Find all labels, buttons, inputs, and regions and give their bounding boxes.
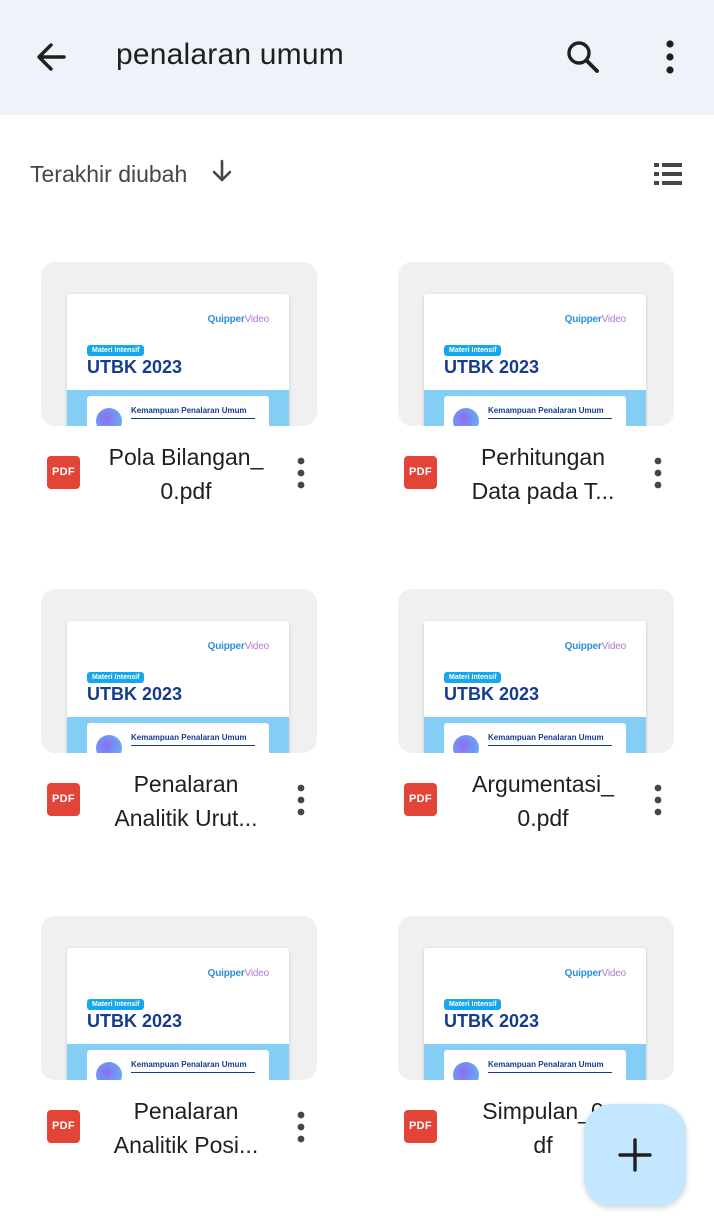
- top-app-bar: penalaran umum: [0, 0, 714, 115]
- cover-band: Kemampuan Penalaran Umum: [424, 390, 646, 426]
- more-vert-icon[interactable]: [289, 454, 313, 492]
- cover-headline: UTBK 2023: [87, 357, 183, 377]
- cover-headline: UTBK 2023: [444, 1011, 540, 1031]
- more-vert-icon[interactable]: [289, 1108, 313, 1146]
- cover-headline: UTBK 2023: [87, 1011, 183, 1031]
- brain-icon: [96, 408, 122, 426]
- more-vert-icon: [666, 40, 674, 74]
- sort-bar: Terakhir diubah: [0, 145, 714, 205]
- file-thumbnail[interactable]: QuipperVideo Materi Intensif UTBK 2023 Kema…: [41, 916, 317, 1080]
- cover-band: Kemampuan Penalaran Umum: [67, 1044, 289, 1080]
- file-name[interactable]: Perhitungan Data pada T...: [448, 440, 638, 508]
- pdf-icon: PDF: [47, 783, 80, 816]
- pdf-cover-page: QuipperVideo Materi Intensif UTBK 2023 Kema…: [67, 294, 289, 426]
- file-name[interactable]: Argumentasi_ 0.pdf: [448, 767, 638, 835]
- more-vert-icon[interactable]: [646, 454, 670, 492]
- pdf-cover-page: QuipperVideo Materi Intensif UTBK 2023 Kema…: [424, 621, 646, 753]
- cover-band: Kemampuan Penalaran Umum: [67, 717, 289, 753]
- file-card[interactable]: QuipperVideo Materi Intensif UTBK 2023 Kema…: [398, 589, 698, 889]
- cover-band: Kemampuan Penalaran Umum: [424, 717, 646, 753]
- file-name[interactable]: Penalaran Analitik Posi...: [91, 1094, 281, 1162]
- brand-logo: QuipperVideo: [207, 641, 270, 652]
- arrow-back-icon: [37, 43, 66, 71]
- back-button[interactable]: [26, 34, 76, 80]
- sort-label[interactable]: Terakhir diubah: [30, 161, 187, 188]
- cover-headline: UTBK 2023: [87, 684, 183, 704]
- more-options-button[interactable]: [652, 34, 688, 80]
- cover-band: Kemampuan Penalaran Umum: [424, 1044, 646, 1080]
- pdf-cover-page: QuipperVideo Materi Intensif UTBK 2023 Kema…: [67, 948, 289, 1080]
- brain-icon: [96, 735, 122, 753]
- cover-band: Kemampuan Penalaran Umum: [67, 390, 289, 426]
- cover-tag: Materi Intensif: [444, 999, 502, 1010]
- pdf-icon: PDF: [404, 456, 437, 489]
- file-thumbnail[interactable]: QuipperVideo Materi Intensif UTBK 2023 Kema…: [398, 262, 674, 426]
- file-thumbnail[interactable]: QuipperVideo Materi Intensif UTBK 2023 Kema…: [41, 589, 317, 753]
- pdf-cover-page: QuipperVideo Materi Intensif UTBK 2023 Kema…: [67, 621, 289, 753]
- file-card[interactable]: QuipperVideo Materi Intensif UTBK 2023 Kema…: [41, 916, 341, 1216]
- more-vert-icon[interactable]: [646, 781, 670, 819]
- cover-tag: Materi Intensif: [87, 345, 145, 356]
- new-button[interactable]: [584, 1104, 686, 1206]
- brand-logo: QuipperVideo: [564, 641, 627, 652]
- file-name[interactable]: Pola Bilangan_ 0.pdf: [91, 440, 281, 508]
- pdf-icon: PDF: [47, 1110, 80, 1143]
- file-thumbnail[interactable]: QuipperVideo Materi Intensif UTBK 2023 Kema…: [398, 916, 674, 1080]
- search-button[interactable]: [560, 34, 606, 80]
- more-vert-icon[interactable]: [289, 781, 313, 819]
- brain-icon: [453, 1062, 479, 1080]
- brand-logo: QuipperVideo: [207, 314, 270, 325]
- plus-icon: [618, 1138, 652, 1172]
- cover-headline: UTBK 2023: [444, 357, 540, 377]
- cover-subtitle: Kemampuan Penalaran Umum: [131, 733, 247, 742]
- brand-logo: QuipperVideo: [564, 968, 627, 979]
- cover-tag: Materi Intensif: [87, 999, 145, 1010]
- pdf-cover-page: QuipperVideo Materi Intensif UTBK 2023 Kema…: [424, 948, 646, 1080]
- file-thumbnail[interactable]: QuipperVideo Materi Intensif UTBK 2023 Kema…: [398, 589, 674, 753]
- cover-subtitle: Kemampuan Penalaran Umum: [131, 1060, 247, 1069]
- brand-logo: QuipperVideo: [207, 968, 270, 979]
- brain-icon: [453, 408, 479, 426]
- cover-headline: UTBK 2023: [444, 684, 540, 704]
- file-name[interactable]: Penalaran Analitik Urut...: [91, 767, 281, 835]
- cover-subtitle: Kemampuan Penalaran Umum: [488, 406, 604, 415]
- list-view-icon[interactable]: [646, 157, 690, 191]
- pdf-cover-page: QuipperVideo Materi Intensif UTBK 2023 Kema…: [424, 294, 646, 426]
- brain-icon: [96, 1062, 122, 1080]
- cover-tag: Materi Intensif: [87, 672, 145, 683]
- search-query-text[interactable]: penalaran umum: [116, 38, 344, 72]
- search-icon: [567, 41, 599, 73]
- cover-tag: Materi Intensif: [444, 345, 502, 356]
- pdf-icon: PDF: [47, 456, 80, 489]
- pdf-icon: PDF: [404, 783, 437, 816]
- file-thumbnail[interactable]: QuipperVideo Materi Intensif UTBK 2023 Kema…: [41, 262, 317, 426]
- cover-subtitle: Kemampuan Penalaran Umum: [131, 406, 247, 415]
- arrow-down-icon[interactable]: [208, 157, 236, 185]
- cover-subtitle: Kemampuan Penalaran Umum: [488, 733, 604, 742]
- file-card[interactable]: QuipperVideo Materi Intensif UTBK 2023 Kema…: [398, 262, 698, 562]
- pdf-icon: PDF: [404, 1110, 437, 1143]
- cover-subtitle: Kemampuan Penalaran Umum: [488, 1060, 604, 1069]
- brain-icon: [453, 735, 479, 753]
- file-card[interactable]: QuipperVideo Materi Intensif UTBK 2023 Kema…: [41, 262, 341, 562]
- cover-tag: Materi Intensif: [444, 672, 502, 683]
- brand-logo: QuipperVideo: [564, 314, 627, 325]
- file-card[interactable]: QuipperVideo Materi Intensif UTBK 2023 Kema…: [41, 589, 341, 889]
